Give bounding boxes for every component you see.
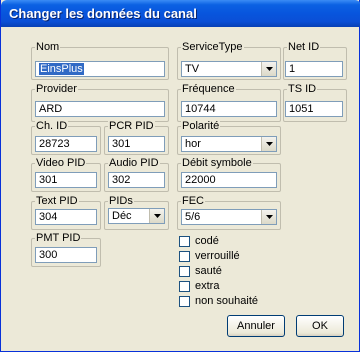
- chevron-down-icon: [266, 67, 273, 71]
- ch-id-field[interactable]: 28723: [35, 136, 97, 152]
- fec-dropdown-button[interactable]: [261, 210, 276, 224]
- checkbox-box[interactable]: [179, 296, 190, 307]
- provider-label: Provider: [35, 83, 78, 95]
- pcr-pid-label: PCR PID: [108, 120, 155, 132]
- pcr-pid-field[interactable]: 301: [108, 136, 165, 152]
- ts-id-label: TS ID: [287, 83, 318, 95]
- audio-pid-label: Audio PID: [108, 157, 160, 169]
- window-title: Changer les données du canal: [9, 6, 197, 21]
- fec-label: FEC: [181, 195, 205, 207]
- service-type-dropdown-button[interactable]: [261, 62, 276, 76]
- checkbox-box[interactable]: [179, 281, 190, 292]
- nom-label: Nom: [35, 41, 61, 53]
- chevron-down-icon: [266, 142, 273, 146]
- dialog-window: Changer les données du canal Nom EinsPlu…: [0, 0, 360, 352]
- ch-id-label: Ch. ID: [35, 120, 69, 132]
- debit-symbole-label: Débit symbole: [181, 157, 253, 169]
- pmt-pid-label: PMT PID: [35, 232, 82, 244]
- checkbox-box[interactable]: [179, 251, 190, 262]
- ok-button[interactable]: OK: [296, 315, 344, 337]
- pmt-pid-field[interactable]: 300: [35, 247, 97, 263]
- text-pid-label: Text PID: [35, 195, 79, 207]
- ts-id-field[interactable]: 1051: [285, 101, 343, 117]
- net-id-label: Net ID: [287, 41, 321, 53]
- chevron-down-icon: [266, 215, 273, 219]
- nom-field[interactable]: EinsPlus: [35, 61, 165, 77]
- checkbox-label: sauté: [195, 265, 222, 277]
- chevron-down-icon: [154, 214, 161, 218]
- net-id-field[interactable]: 1: [285, 61, 343, 77]
- checkbox-box[interactable]: [179, 236, 190, 247]
- cancel-button[interactable]: Annuler: [227, 315, 285, 337]
- text-pid-field[interactable]: 304: [35, 209, 97, 225]
- title-bar[interactable]: Changer les données du canal: [1, 0, 360, 27]
- fec-value: 5/6: [185, 211, 201, 223]
- frequence-field[interactable]: 10744: [181, 101, 277, 117]
- frequence-label: Fréquence: [181, 83, 236, 95]
- audio-pid-field[interactable]: 302: [108, 172, 165, 188]
- service-type-label: ServiceType: [181, 41, 244, 53]
- polarite-label: Polarité: [181, 120, 221, 132]
- checkbox-label: codé: [195, 235, 219, 247]
- fec-select[interactable]: 5/6: [181, 209, 277, 225]
- video-pid-field[interactable]: 301: [35, 172, 97, 188]
- polarite-value: hor: [185, 138, 201, 150]
- pids-select[interactable]: Déc: [108, 208, 165, 224]
- checkbox-label: non souhaité: [195, 295, 258, 307]
- polarite-select[interactable]: hor: [181, 136, 277, 152]
- service-type-select[interactable]: TV: [181, 61, 277, 77]
- service-type-value: TV: [185, 63, 200, 75]
- checkbox-box[interactable]: [179, 266, 190, 277]
- pids-label: PIDs: [108, 195, 134, 207]
- checkbox-label: extra: [195, 280, 220, 292]
- debit-symbole-field[interactable]: 22000: [181, 172, 277, 188]
- pids-dropdown-button[interactable]: [149, 209, 164, 223]
- checkbox-label: verrouillé: [195, 250, 240, 262]
- provider-field[interactable]: ARD: [35, 101, 165, 117]
- polarite-dropdown-button[interactable]: [261, 137, 276, 151]
- pids-value: Déc: [112, 210, 132, 222]
- video-pid-label: Video PID: [35, 157, 87, 169]
